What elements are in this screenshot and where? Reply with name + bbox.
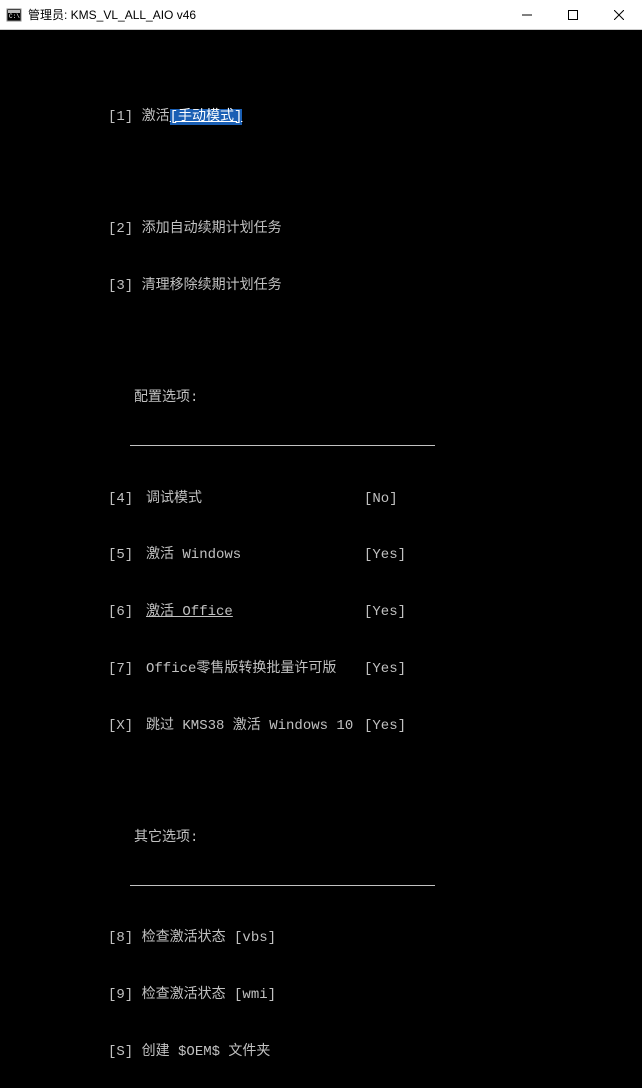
menu-item-x[interactable]: [X]跳过 KMS38 激活 Windows 10[Yes]: [0, 717, 642, 736]
menu-label: 跳过 KMS38 激活 Windows 10: [146, 717, 364, 736]
section-header-config: 配置选项:: [0, 389, 642, 408]
menu-label: 激活: [142, 109, 170, 125]
menu-item-9[interactable]: [9] 检查激活状态 [wmi]: [0, 986, 642, 1005]
menu-key: [3]: [108, 277, 133, 296]
menu-value: [Yes]: [364, 717, 406, 736]
menu-value: [Yes]: [364, 603, 406, 622]
menu-item-2[interactable]: [2] 添加自动续期计划任务: [0, 220, 642, 239]
menu-key: [2]: [108, 220, 133, 239]
menu-key: [5]: [108, 546, 146, 565]
menu-label: 激活 Office: [146, 603, 364, 622]
menu-key: [1]: [108, 108, 133, 127]
menu-value: [No]: [364, 490, 398, 509]
menu-label: 清理移除续期计划任务: [142, 278, 282, 294]
divider: [130, 444, 435, 446]
window-titlebar: C:\ 管理员: KMS_VL_ALL_AIO v46: [0, 0, 642, 30]
menu-item-1[interactable]: [1] 激活[手动模式]: [0, 108, 642, 127]
menu-item-7[interactable]: [7]Office零售版转换批量许可版[Yes]: [0, 660, 642, 679]
menu-key: [6]: [108, 603, 146, 622]
menu-item-5[interactable]: [5]激活 Windows[Yes]: [0, 546, 642, 565]
section-header-other: 其它选项:: [0, 829, 642, 848]
menu-key: [4]: [108, 490, 146, 509]
window-title: 管理员: KMS_VL_ALL_AIO v46: [28, 6, 504, 23]
minimize-button[interactable]: [504, 0, 550, 29]
app-icon: C:\: [6, 7, 22, 23]
menu-item-4[interactable]: [4]调试模式[No]: [0, 490, 642, 509]
svg-text:C:\: C:\: [9, 13, 20, 20]
menu-key: [9]: [108, 986, 133, 1005]
divider: [130, 884, 435, 886]
menu-label: 创建 $OEM$ 文件夹: [142, 1044, 271, 1060]
window-controls: [504, 0, 642, 29]
menu-key: [S]: [108, 1043, 133, 1062]
menu-key: [7]: [108, 660, 146, 679]
menu-item-s[interactable]: [S] 创建 $OEM$ 文件夹: [0, 1043, 642, 1062]
menu-value: [Yes]: [364, 546, 406, 565]
menu-label: 激活 Windows: [146, 546, 364, 565]
menu-key: [8]: [108, 929, 133, 948]
menu-label: Office零售版转换批量许可版: [146, 660, 364, 679]
menu-item-8[interactable]: [8] 检查激活状态 [vbs]: [0, 929, 642, 948]
terminal-output: [1] 激活[手动模式] [2] 添加自动续期计划任务 [3] 清理移除续期计划…: [0, 30, 642, 544]
menu-item-6[interactable]: [6]激活 Office[Yes]: [0, 603, 642, 622]
menu-label: 添加自动续期计划任务: [142, 221, 282, 237]
maximize-button[interactable]: [550, 0, 596, 29]
menu-value: [Yes]: [364, 660, 406, 679]
activation-mode-badge: [手动模式]: [170, 109, 243, 125]
menu-item-3[interactable]: [3] 清理移除续期计划任务: [0, 277, 642, 296]
menu-key: [X]: [108, 717, 146, 736]
menu-label: 调试模式: [146, 490, 364, 509]
close-button[interactable]: [596, 0, 642, 29]
menu-label: 检查激活状态 [vbs]: [142, 930, 276, 946]
menu-label: 检查激活状态 [wmi]: [142, 987, 276, 1003]
